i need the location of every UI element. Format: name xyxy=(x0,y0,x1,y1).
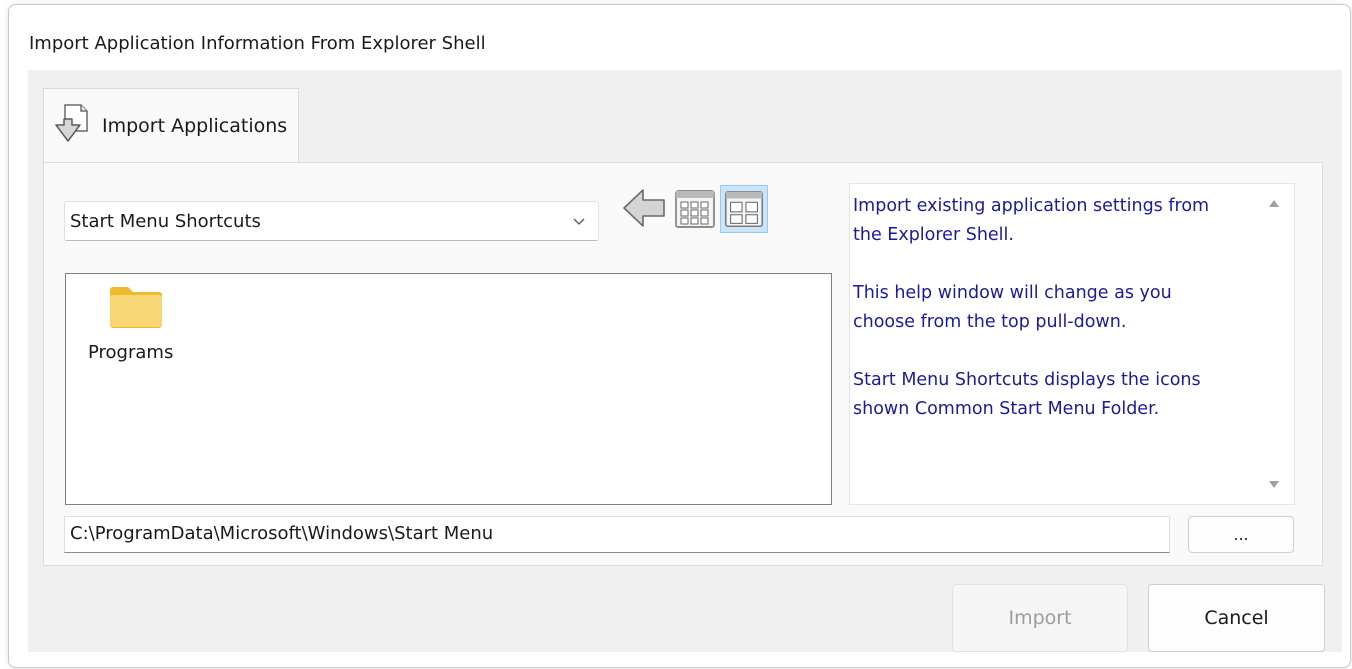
folder-label: Programs xyxy=(88,342,174,363)
folder-item-programs[interactable]: Programs xyxy=(86,284,182,374)
folder-icon xyxy=(110,287,162,328)
source-select[interactable]: Start Menu Shortcuts xyxy=(64,201,599,241)
small-icons-view-icon xyxy=(675,190,715,228)
import-document-icon xyxy=(55,104,88,142)
tab-import-applications[interactable]: Import Applications xyxy=(43,88,299,164)
source-select-value: Start Menu Shortcuts xyxy=(70,211,261,232)
file-list-view[interactable]: Programs xyxy=(65,273,832,505)
scroll-up-arrow-icon[interactable] xyxy=(1268,198,1280,208)
import-button[interactable]: Import xyxy=(952,584,1128,652)
browse-button[interactable]: ... xyxy=(1188,516,1294,553)
large-icons-view-icon xyxy=(725,191,763,227)
scroll-down-arrow-icon[interactable] xyxy=(1268,480,1280,490)
tab-label: Import Applications xyxy=(102,115,288,137)
small-icons-view-button[interactable] xyxy=(671,185,719,233)
cancel-button[interactable]: Cancel xyxy=(1148,584,1325,652)
path-field[interactable]: C:\ProgramData\Microsoft\Windows\Start M… xyxy=(64,516,1170,553)
dialog-title: Import Application Information From Expl… xyxy=(29,33,486,54)
help-panel[interactable]: Import existing application settings fro… xyxy=(849,183,1295,505)
help-text: Import existing application settings fro… xyxy=(853,196,1210,419)
large-icons-view-button[interactable] xyxy=(720,185,768,233)
chevron-down-icon xyxy=(573,218,585,225)
back-arrow-icon[interactable] xyxy=(621,186,667,230)
